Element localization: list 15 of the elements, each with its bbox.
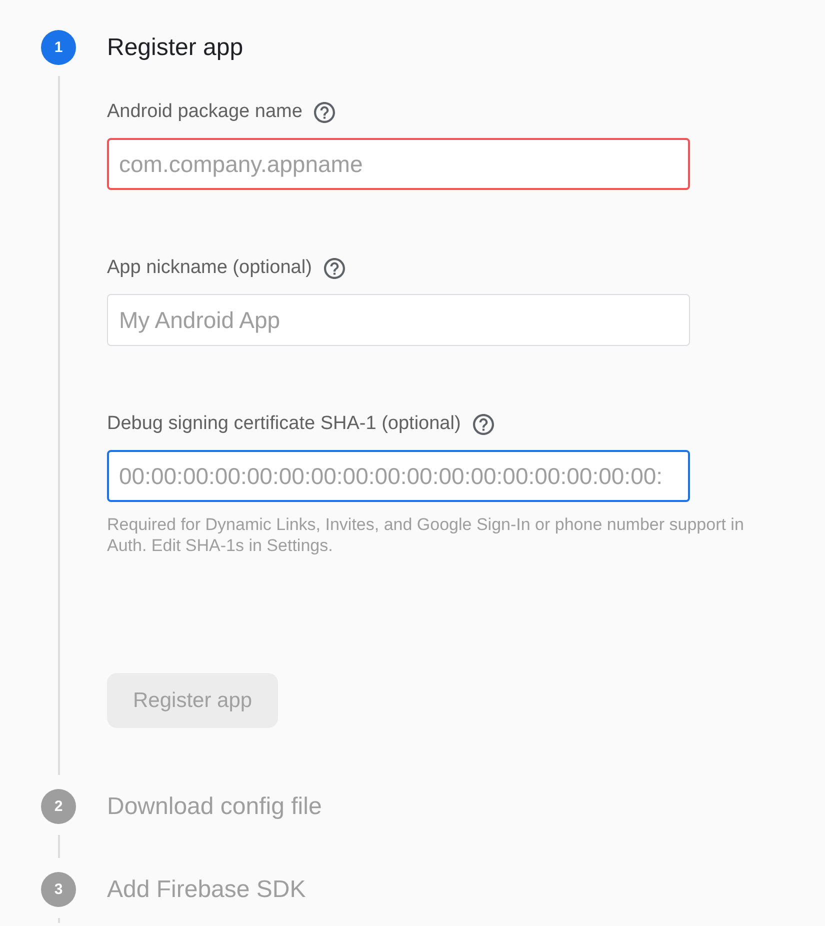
step-number: 1 bbox=[41, 30, 76, 65]
step-title: Add Firebase SDK bbox=[107, 875, 306, 905]
field-label: Android package name bbox=[107, 100, 302, 124]
input-field[interactable]: 00:00:00:00:00:00:00:00:00:00:00:00:00:00:00:00:00: bbox=[107, 450, 690, 502]
input-field[interactable]: com.company.appname bbox=[107, 138, 690, 190]
field-hint: Required for Dynamic Links, Invites, and Google Sign-In or phone number support in Auth. Edit SHA-1s in Settings. bbox=[107, 514, 745, 556]
step-number: 2 bbox=[41, 789, 76, 824]
help-icon[interactable] bbox=[324, 258, 345, 278]
step-number: 3 bbox=[41, 872, 76, 907]
help-icon[interactable] bbox=[314, 102, 336, 122]
field-label: Debug signing certificate SHA-1 (optional) bbox=[107, 412, 461, 436]
step-title: Download config file bbox=[107, 792, 322, 822]
help-icon[interactable] bbox=[472, 414, 494, 434]
field-label: App nickname (optional) bbox=[107, 256, 312, 280]
step-title: Register app bbox=[107, 33, 244, 63]
